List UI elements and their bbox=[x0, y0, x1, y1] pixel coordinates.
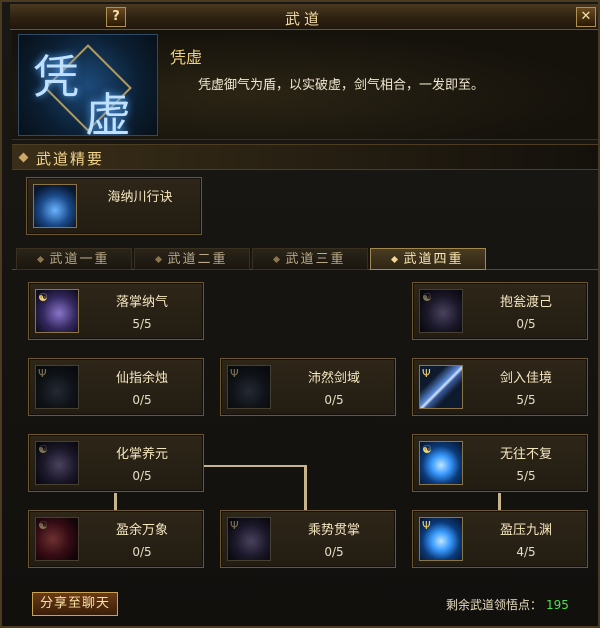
sword-icon: Ψ bbox=[419, 365, 463, 409]
emblem-char-2: 虚 bbox=[85, 88, 131, 136]
skill-card[interactable]: Ψ 乘势贯掌 0/5 bbox=[220, 510, 396, 568]
skill-name: 仙指余烛 bbox=[115, 371, 168, 386]
blue-orb-icon: Ψ bbox=[419, 517, 463, 561]
skill-name: 抱瓮渡己 bbox=[499, 295, 552, 310]
red-burst-icon: ☯ bbox=[35, 517, 79, 561]
skill-level: 0/5 bbox=[132, 393, 152, 407]
pingxu-emblem-icon: 凭 虚 bbox=[18, 34, 158, 136]
wudao-window: ? 武道 ✕ 凭 虚 凭虚 凭虚御气为盾，以实破虚，剑气相合，一发即至。 武道精… bbox=[0, 0, 600, 628]
diamond-bullet-icon bbox=[18, 152, 29, 163]
purple-figure-icon: ☯ bbox=[419, 289, 463, 333]
essential-skill-card[interactable]: 海纳川行诀 bbox=[26, 177, 202, 235]
skill-name: 落掌纳气 bbox=[115, 295, 168, 310]
emblem-char-1: 凭 bbox=[33, 50, 79, 104]
tier-tabs: 武道一重 武道二重 武道三重 武道四重 bbox=[12, 246, 598, 270]
skill-card[interactable]: ☯ 化掌养元 0/5 bbox=[28, 434, 204, 492]
skill-level: 5/5 bbox=[132, 317, 152, 331]
skill-card[interactable]: ☯ 抱瓮渡己 0/5 bbox=[412, 282, 588, 340]
section-header: 武道精要 bbox=[12, 144, 598, 170]
skill-card[interactable]: ☯ 落掌纳气 5/5 bbox=[28, 282, 204, 340]
share-to-chat-button[interactable]: 分享至聊天 bbox=[32, 592, 118, 616]
dark-orb-icon: Ψ bbox=[227, 365, 271, 409]
tab-tier-3[interactable]: 武道三重 bbox=[252, 248, 368, 270]
skill-header: 凭 虚 凭虚 凭虚御气为盾，以实破虚，剑气相合，一发即至。 bbox=[12, 30, 598, 140]
section-title: 武道精要 bbox=[36, 150, 105, 168]
points-label: 剩余武道领悟点： bbox=[446, 598, 543, 612]
skill-level: 0/5 bbox=[324, 393, 344, 407]
tab-tier-2[interactable]: 武道二重 bbox=[134, 248, 250, 270]
close-button[interactable]: ✕ bbox=[576, 7, 596, 27]
skill-name: 乘势贯掌 bbox=[307, 523, 360, 538]
tab-tier-1[interactable]: 武道一重 bbox=[16, 248, 132, 270]
skill-level: 0/5 bbox=[132, 469, 152, 483]
skill-level: 0/5 bbox=[132, 545, 152, 559]
window-title: 武道 bbox=[284, 10, 323, 28]
skill-card[interactable]: Ψ 仙指余烛 0/5 bbox=[28, 358, 204, 416]
essential-skill-name: 海纳川行诀 bbox=[107, 190, 173, 205]
purple-palm-icon: Ψ bbox=[227, 517, 271, 561]
skill-card[interactable]: ☯ 无往不复 5/5 bbox=[412, 434, 588, 492]
skill-card[interactable]: ☯ 盈余万象 0/5 bbox=[28, 510, 204, 568]
blue-figure-icon bbox=[33, 184, 77, 228]
skill-description: 凭虚御气为盾，以实破虚，剑气相合，一发即至。 bbox=[198, 78, 485, 93]
skill-name: 盈余万象 bbox=[115, 523, 168, 538]
tab-tier-4[interactable]: 武道四重 bbox=[370, 248, 486, 270]
skill-card[interactable]: Ψ 沛然剑域 0/5 bbox=[220, 358, 396, 416]
skill-title: 凭虚 bbox=[170, 48, 203, 67]
connector-line bbox=[498, 493, 501, 511]
connector-line bbox=[114, 493, 117, 511]
skill-name: 剑入佳境 bbox=[499, 371, 552, 386]
skill-name: 无往不复 bbox=[499, 447, 552, 462]
skill-level: 5/5 bbox=[516, 393, 536, 407]
skill-name: 盈压九渊 bbox=[499, 523, 552, 538]
skill-card[interactable]: Ψ 盈压九渊 4/5 bbox=[412, 510, 588, 568]
purple-palm-icon: ☯ bbox=[35, 441, 79, 485]
points-value: 195 bbox=[546, 598, 569, 612]
skill-name: 沛然剑域 bbox=[307, 371, 360, 386]
skill-name: 化掌养元 bbox=[115, 447, 168, 462]
connector-line bbox=[304, 465, 307, 511]
connector-line bbox=[204, 465, 306, 467]
purple-palm-icon: ☯ bbox=[35, 289, 79, 333]
skill-level: 4/5 bbox=[516, 545, 536, 559]
title-bar: ? 武道 ✕ bbox=[10, 4, 598, 30]
skill-level: 5/5 bbox=[516, 469, 536, 483]
skill-level: 0/5 bbox=[516, 317, 536, 331]
skill-card[interactable]: Ψ 剑入佳境 5/5 bbox=[412, 358, 588, 416]
blue-orb-icon: ☯ bbox=[419, 441, 463, 485]
skill-level: 0/5 bbox=[324, 545, 344, 559]
remaining-points: 剩余武道领悟点： 195 bbox=[446, 596, 569, 613]
dark-finger-icon: Ψ bbox=[35, 365, 79, 409]
